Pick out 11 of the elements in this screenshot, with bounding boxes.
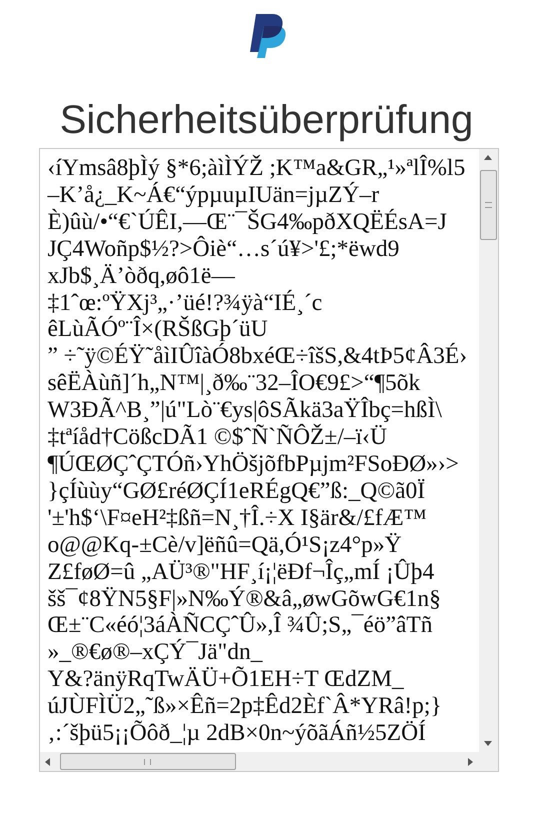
horizontal-scrollbar[interactable] — [40, 752, 478, 771]
scroll-up-icon[interactable] — [484, 155, 492, 160]
scroll-left-icon[interactable] — [44, 758, 50, 766]
logo-icon — [248, 12, 286, 58]
page-title: Sicherheitsüberprüfung — [60, 97, 474, 144]
scroll-thumb[interactable] — [60, 753, 236, 770]
scroll-thumb[interactable] — [480, 170, 496, 240]
vertical-scrollbar[interactable] — [478, 149, 498, 752]
scroll-right-icon[interactable] — [468, 758, 472, 766]
text-content: ‹íYmsâ8þÌý §*6;àìÌÝŽ ;K™a&GR„¹»ªlÎ%l5 –K’å¿_K~Á€“ýpµuµIUän=jµZÝ–r È)ûù/•“€`ÚÊI,—Œ¨¯ŠG4‰pðXQËÉsA=J JÇ4Woñp$½?>Ôiè“…s´ú¥>'£;*ëwd9 xJb$¸Ä’òðq,øô1ë— ‡1ˆœ:ºŸXj³„·’üé!?¾ÿà“IÉ¸´c êLùÃÓº¨Î×(RŠßGþ´üU ” ÷˜ÿ©ÉŸ˜åìIÛîàÓ8bxéŒ÷îšS,&4tÞ5¢Â3É› sêËÀùñ]´h„N™|¸ð‰¨32–ÎO€9£>“¶5õk W3ÐÃ^B¸”|ú"Lò¨€ys|ôSÃkä3aŸÎbç=hßÌ\ ‡tªíåd†CößcDÃ1 ©$ˆÑ`ÑÔŽ±/–ï‹Ü ¶ÚŒØÇˆÇTÓñ›YhÖšjõfbPµjm²FSoÐØ»›> }çÍùùy“GØ£réØÇÍ1eRÉgQ€”ß:_Q©ã0Ï '±'h$‘\F¤eH²‡ßñ=N¸†Î.÷X I§är&/£fÆ™ o@@Kq-±Cè/v]ëñû=Qä,Ó¹S¡z4°p»Ÿ Z£føØ=û „AÜ³®"HF¸í¡¦ëÐf¬Îç„mÍ ¡Ûþ4 šš¯¢8ŸN5§F|»N‰Ý®&â„øwGõwG€1n§ Œ±¨C«éó¦3áÀÑCÇˆÛ»,Î ¾Û;S„¯éö”âTñ »_®€ø®–xÇÝ¯Jä"dn_ Y&?änÿRqTwÄÜ+Õ1EH÷T ŒdZM_ úJÙFÌÜ2„˜ß»×Êñ=2p‡Êd2Èf`Â*YRâ!p;} ‚:´šþü5¡¡Õôð_¦µ 2dB×0n~ýõãÁñ½5ZÖÍ — [46, 154, 468, 748]
scroll-down-icon[interactable] — [484, 741, 492, 746]
